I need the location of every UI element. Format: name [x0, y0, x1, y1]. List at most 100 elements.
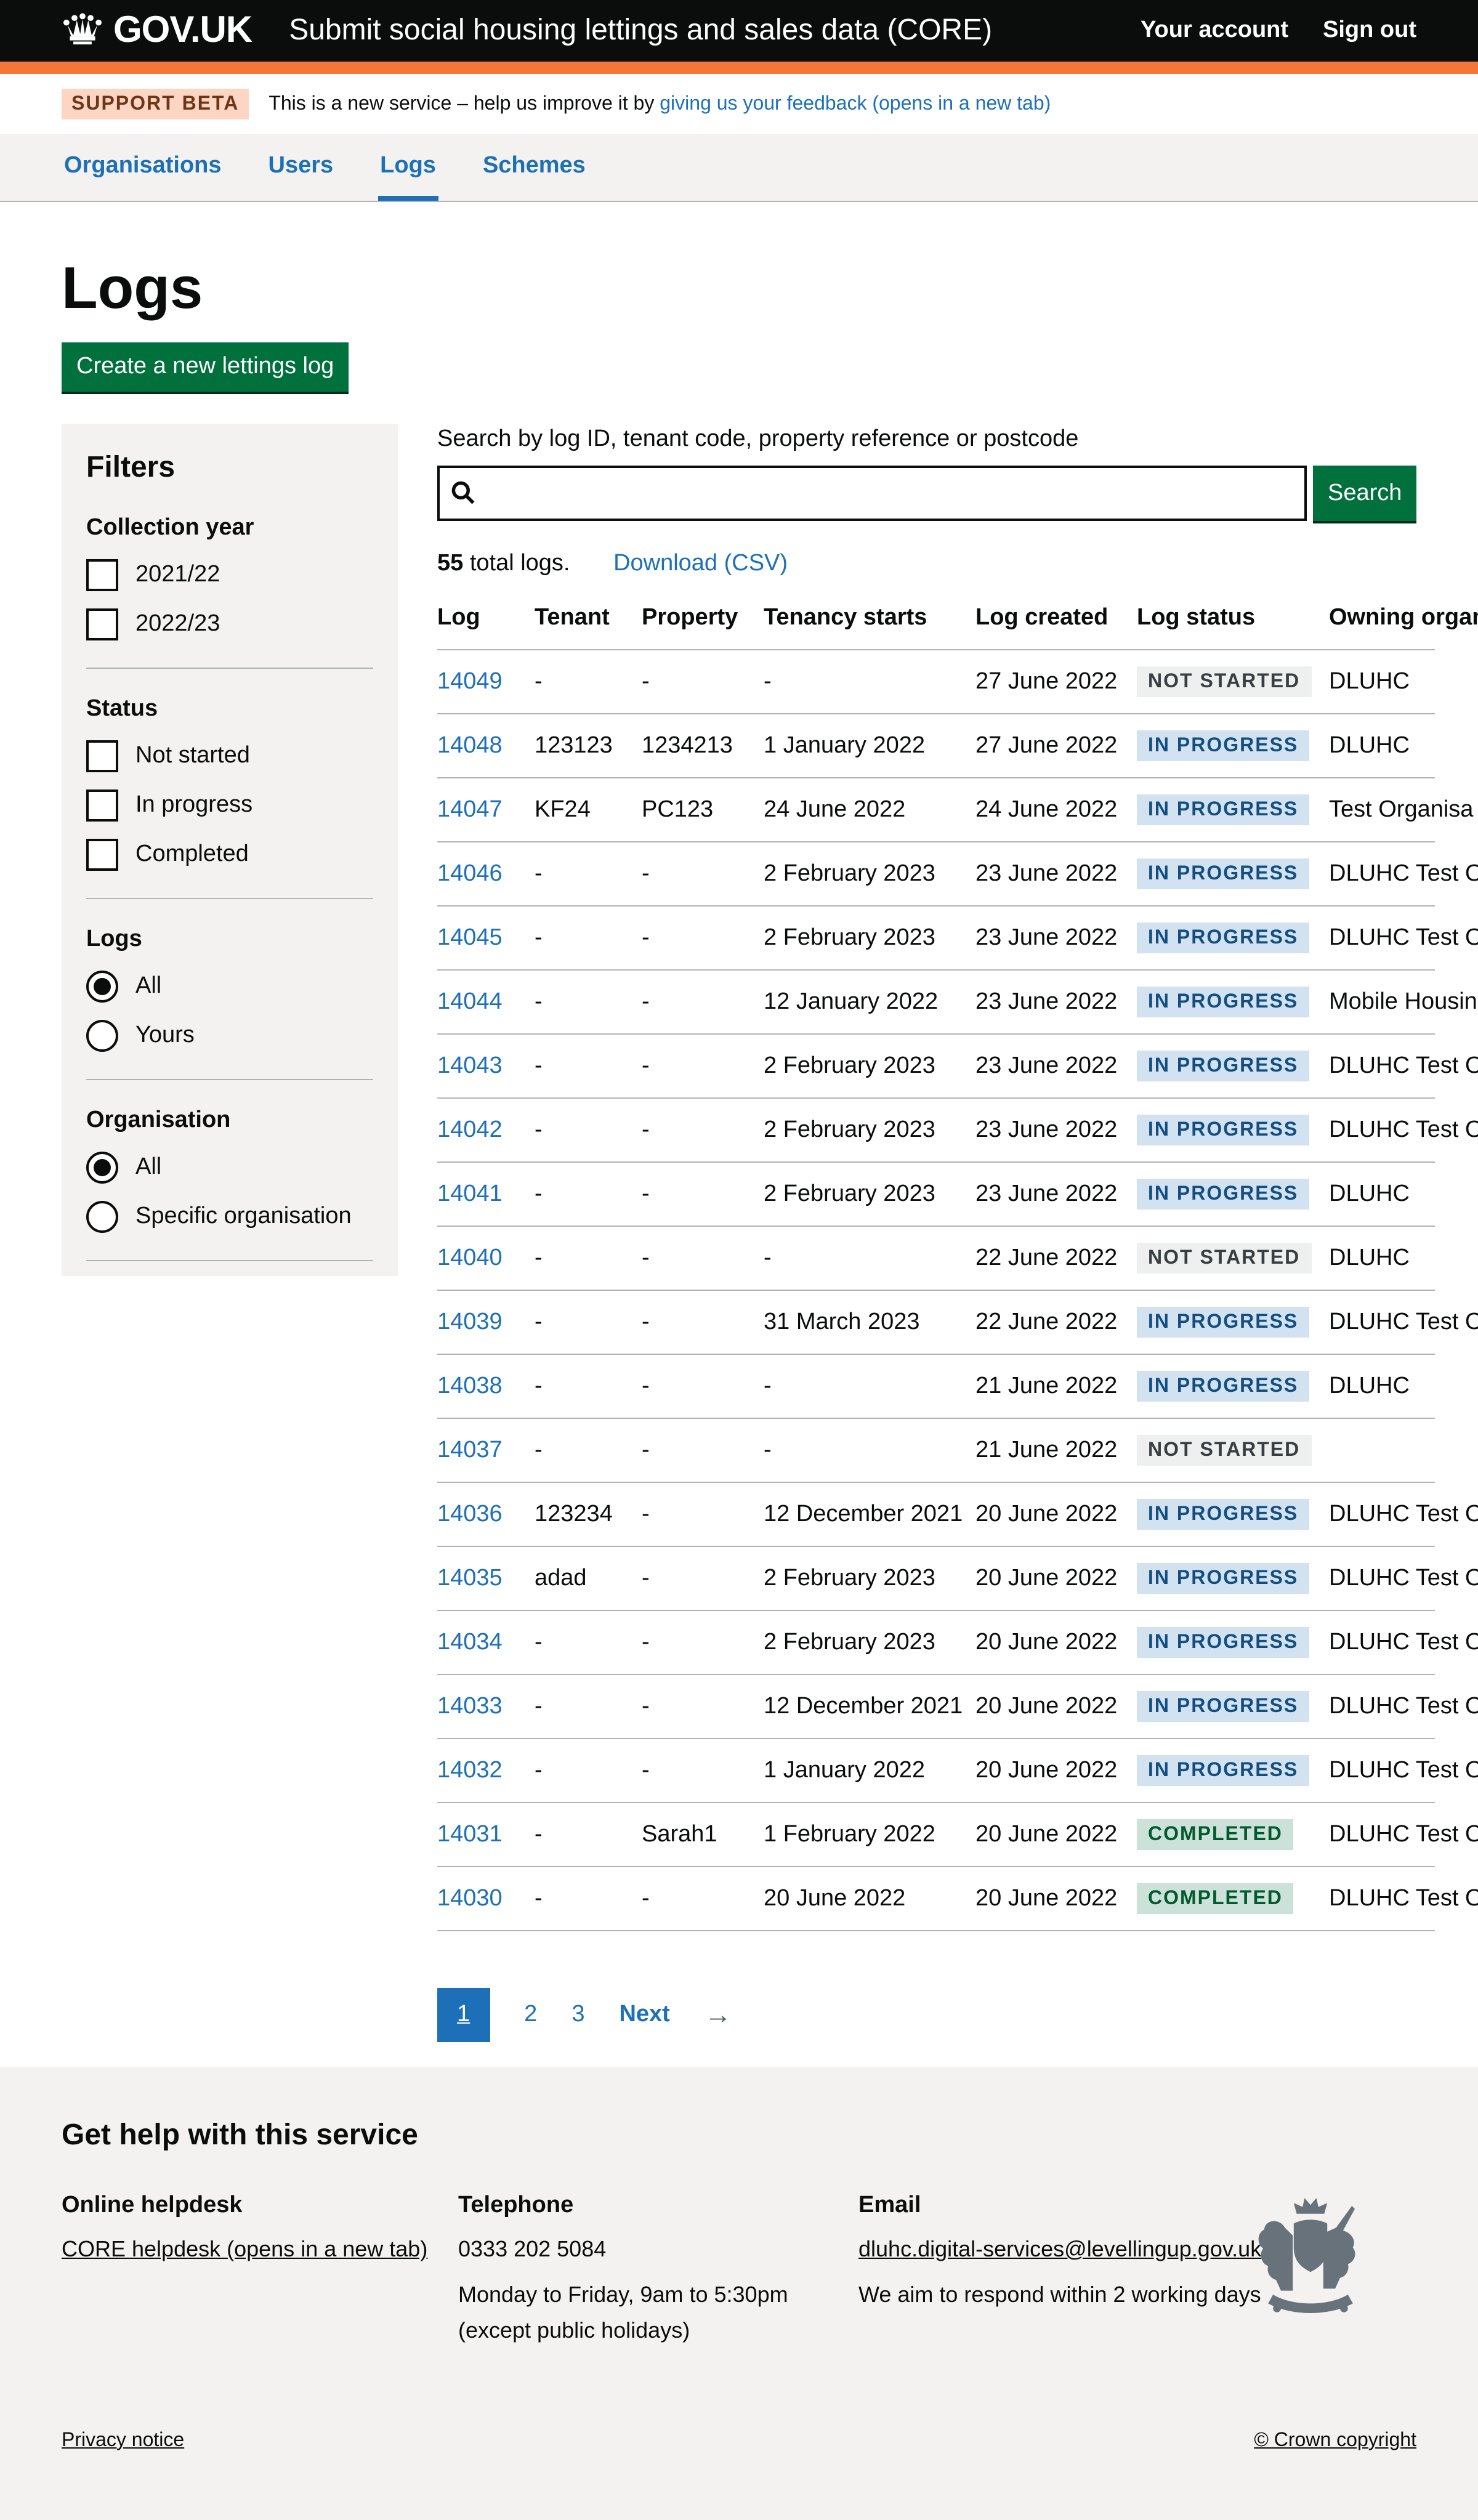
- radio-logs-yours-label[interactable]: Yours: [135, 1022, 195, 1049]
- table-row: 14046 - - 2 February 2023 23 June 2022 I…: [437, 842, 1435, 906]
- log-id-link[interactable]: 14035: [437, 1565, 503, 1591]
- log-id-link[interactable]: 14039: [437, 1309, 503, 1335]
- tenant-cell: adad: [535, 1546, 642, 1610]
- owning-organisation-cell: DLUHC: [1329, 1226, 1435, 1290]
- radio-logs-all[interactable]: [86, 971, 118, 1003]
- checkbox-completed[interactable]: [86, 839, 118, 871]
- nav-item-users[interactable]: Users: [266, 134, 336, 201]
- checkbox-2021-22[interactable]: [86, 559, 118, 591]
- log-created-cell: 27 June 2022: [975, 714, 1137, 778]
- log-id-link[interactable]: 14030: [437, 1885, 503, 1911]
- property-cell: -: [642, 1034, 764, 1098]
- log-id-link[interactable]: 14043: [437, 1052, 503, 1078]
- log-status-cell: NOT STARTED: [1137, 1418, 1329, 1482]
- tenant-cell: -: [535, 906, 642, 970]
- radio-organisation-all-label[interactable]: All: [135, 1154, 161, 1181]
- log-id-link[interactable]: 14031: [437, 1821, 503, 1847]
- radio-organisation-all[interactable]: [86, 1152, 118, 1184]
- tenant-cell: 123234: [535, 1482, 642, 1546]
- pagination-page-3[interactable]: 3: [571, 2001, 584, 2029]
- log-id-link[interactable]: 14044: [437, 988, 503, 1014]
- property-cell: Sarah1: [642, 1803, 764, 1867]
- checkbox-not-started[interactable]: [86, 740, 118, 772]
- nav-item-schemes[interactable]: Schemes: [480, 134, 588, 201]
- log-id-link[interactable]: 14033: [437, 1693, 503, 1719]
- tenancy-starts-cell: 20 June 2022: [764, 1867, 975, 1931]
- log-status-cell: IN PROGRESS: [1137, 778, 1329, 842]
- checkbox-not-started-label[interactable]: Not started: [135, 743, 250, 770]
- filters-title: Filters: [86, 451, 373, 485]
- owning-organisation-cell: DLUHC Test Org: [1329, 1482, 1435, 1546]
- tenant-cell: -: [535, 1803, 642, 1867]
- log-id-link[interactable]: 14048: [437, 732, 503, 758]
- log-id-link[interactable]: 14049: [437, 668, 503, 694]
- checkbox-in-progress-label[interactable]: In progress: [135, 792, 252, 819]
- table-row: 14034 - - 2 February 2023 20 June 2022 I…: [437, 1610, 1435, 1674]
- email-link[interactable]: dluhc.digital-services@levellingup.gov.u…: [858, 2237, 1261, 2263]
- log-id-link[interactable]: 14046: [437, 860, 503, 886]
- status-badge: COMPLETED: [1137, 1883, 1294, 1914]
- your-account-link[interactable]: Your account: [1141, 17, 1288, 44]
- status-badge: IN PROGRESS: [1137, 858, 1309, 889]
- log-status-cell: IN PROGRESS: [1137, 1354, 1329, 1418]
- create-lettings-log-button[interactable]: Create a new lettings log: [62, 342, 349, 392]
- log-id-link[interactable]: 14040: [437, 1245, 503, 1270]
- download-csv-link[interactable]: Download (CSV): [613, 551, 788, 576]
- tenant-cell: -: [535, 1418, 642, 1482]
- log-id-link[interactable]: 14032: [437, 1757, 503, 1783]
- radio-specific-organisation-label[interactable]: Specific organisation: [135, 1203, 352, 1230]
- log-status-cell: IN PROGRESS: [1137, 1610, 1329, 1674]
- log-id-link[interactable]: 14037: [437, 1437, 503, 1463]
- checkbox-in-progress[interactable]: [86, 790, 118, 822]
- pagination-page-2[interactable]: 2: [524, 2001, 537, 2029]
- radio-logs-yours[interactable]: [86, 1020, 118, 1052]
- page-title: Logs: [62, 259, 1416, 320]
- crown-icon: [62, 10, 103, 51]
- log-created-cell: 20 June 2022: [975, 1674, 1137, 1739]
- checkbox-2022-23-label[interactable]: 2022/23: [135, 611, 220, 638]
- checkbox-2021-22-label[interactable]: 2021/22: [135, 562, 220, 589]
- log-status-cell: IN PROGRESS: [1137, 970, 1329, 1034]
- search-button[interactable]: Search: [1313, 466, 1416, 521]
- royal-coat-of-arms-icon: [1251, 2196, 1370, 2330]
- owning-organisation-cell: DLUHC Test Org: [1329, 1739, 1435, 1803]
- owning-organisation-cell: Test Organisa: [1329, 778, 1435, 842]
- log-id-link[interactable]: 14042: [437, 1117, 503, 1142]
- tenant-cell: -: [535, 842, 642, 906]
- log-id-link[interactable]: 14034: [437, 1629, 503, 1655]
- log-created-cell: 22 June 2022: [975, 1290, 1137, 1354]
- owning-organisation-cell: DLUHC Test Org: [1329, 842, 1435, 906]
- radio-specific-organisation[interactable]: [86, 1201, 118, 1233]
- status-badge: IN PROGRESS: [1137, 1179, 1309, 1210]
- radio-logs-all-label[interactable]: All: [135, 973, 161, 1000]
- tenant-cell: -: [535, 1162, 642, 1226]
- nav-item-logs[interactable]: Logs: [378, 134, 438, 201]
- privacy-notice-link[interactable]: Privacy notice: [62, 2430, 184, 2452]
- filters-divider: [86, 898, 373, 899]
- core-helpdesk-link[interactable]: CORE helpdesk (opens in a new tab): [62, 2237, 427, 2263]
- service-name[interactable]: Submit social housing lettings and sales…: [289, 14, 992, 48]
- govuk-logo[interactable]: GOV.UK: [62, 10, 252, 52]
- pagination-next-link[interactable]: Next: [619, 2001, 669, 2029]
- crown-copyright-link[interactable]: © Crown copyright: [1254, 2430, 1416, 2452]
- log-id-link[interactable]: 14047: [437, 796, 503, 822]
- log-id-link[interactable]: 14038: [437, 1373, 503, 1399]
- tenancy-starts-cell: 2 February 2023: [764, 1610, 975, 1674]
- log-id-link[interactable]: 14036: [437, 1501, 503, 1527]
- table-row: 14043 - - 2 February 2023 23 June 2022 I…: [437, 1034, 1435, 1098]
- property-cell: -: [642, 1610, 764, 1674]
- log-id-link[interactable]: 14045: [437, 924, 503, 950]
- sign-out-link[interactable]: Sign out: [1323, 17, 1416, 44]
- table-row: 14045 - - 2 February 2023 23 June 2022 I…: [437, 906, 1435, 970]
- table-row: 14042 - - 2 February 2023 23 June 2022 I…: [437, 1098, 1435, 1162]
- log-id-link[interactable]: 14041: [437, 1181, 503, 1206]
- tenancy-starts-cell: 31 March 2023: [764, 1290, 975, 1354]
- checkbox-2022-23[interactable]: [86, 608, 118, 640]
- status-badge: IN PROGRESS: [1137, 1755, 1309, 1786]
- pagination-page-1[interactable]: 1: [437, 1988, 490, 2042]
- log-id-cell: 14037: [437, 1418, 535, 1482]
- nav-item-organisations[interactable]: Organisations: [62, 134, 224, 201]
- feedback-link[interactable]: giving us your feedback (opens in a new …: [660, 93, 1051, 114]
- search-input[interactable]: [437, 466, 1307, 521]
- checkbox-completed-label[interactable]: Completed: [135, 841, 249, 868]
